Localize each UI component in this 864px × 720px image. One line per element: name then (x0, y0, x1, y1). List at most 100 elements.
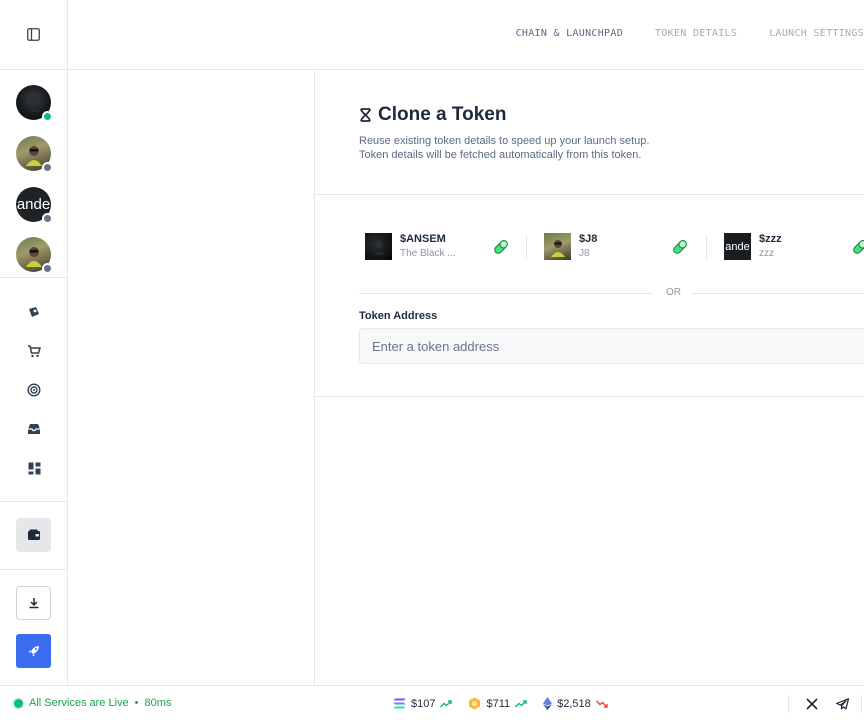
token-figure-icon (550, 239, 565, 257)
avatar-figure-icon (26, 95, 41, 112)
left-panel (68, 70, 315, 685)
price-value: $107 (411, 697, 436, 710)
clone-token-button[interactable] (491, 237, 511, 257)
nav-radar[interactable] (26, 382, 42, 398)
token-name: J8 (579, 248, 590, 259)
services-status: All Services are Live • 80ms (14, 697, 171, 709)
token-card[interactable]: $J8 J8 (538, 229, 698, 265)
step-tabs: CHAIN & LAUNCHPAD TOKEN DETAILS LAUNCH S… (516, 28, 864, 39)
page-description: Reuse existing token details to speed up… (359, 134, 649, 162)
social-links (788, 686, 864, 720)
pill-icon (494, 240, 508, 254)
avatar-1[interactable] (16, 85, 53, 122)
avatar-figure-icon (25, 246, 42, 267)
or-label: OR (666, 287, 681, 298)
pill-icon (673, 240, 687, 254)
token-address-input[interactable] (359, 328, 864, 364)
nav-tokens[interactable] (26, 304, 42, 320)
divider-line (692, 293, 864, 294)
x-twitter-link[interactable] (797, 686, 827, 720)
wallet-icon (27, 529, 40, 540)
price-value: $711 (486, 697, 511, 710)
avatar-4[interactable] (16, 237, 53, 274)
nav-dashboard[interactable] (26, 460, 42, 476)
token-thumbnail: ande (724, 233, 751, 260)
clone-intro: Clone a Token Reuse existing token detai… (315, 70, 864, 195)
social-divider (861, 694, 862, 713)
radar-icon (27, 383, 41, 397)
token-symbol: $ANSEM (400, 233, 446, 245)
price-ticker: $107 $711 $2,518 (393, 697, 608, 710)
price-solana: $107 (393, 697, 453, 710)
page-title-text: Clone a Token (378, 104, 507, 125)
price-ethereum: $2,518 (543, 697, 608, 710)
sidebar-toggle-button[interactable] (0, 0, 67, 70)
token-thumbnail (544, 233, 571, 260)
social-divider (788, 694, 789, 713)
or-divider: OR (359, 287, 864, 299)
token-figure-icon (372, 241, 385, 255)
avatar-list: ande (0, 70, 67, 278)
clone-section: $ANSEM The Black ... $J8 J8 ande $zzz zz… (315, 195, 864, 397)
trend-up-icon (515, 699, 527, 707)
bnb-icon (469, 697, 481, 710)
dashboard-icon (28, 462, 40, 474)
cart-icon (28, 345, 41, 358)
status-dot-online (42, 111, 53, 122)
status-dot-offline (42, 213, 53, 224)
card-divider (526, 235, 527, 259)
header: CHAIN & LAUNCHPAD TOKEN DETAILS LAUNCH S… (68, 0, 864, 70)
telegram-link[interactable] (827, 686, 857, 720)
sidebar-panel-icon (27, 28, 40, 41)
pill-icon (853, 240, 864, 254)
price-value: $2,518 (557, 697, 591, 710)
status-separator: • (134, 697, 139, 709)
rocket-icon (28, 645, 39, 656)
avatar-3[interactable]: ande (16, 187, 53, 224)
card-divider (706, 235, 707, 259)
description-line-2: Token details will be fetched automatica… (359, 149, 642, 161)
download-icon (29, 598, 38, 609)
tab-launch-settings[interactable]: LAUNCH SETTINGS (769, 28, 864, 39)
clone-token-button[interactable] (850, 237, 864, 257)
status-dot-offline (42, 263, 53, 274)
launch-button[interactable] (16, 634, 51, 668)
token-thumbnail (365, 233, 392, 260)
dna-icon (360, 108, 371, 122)
trend-up-icon (440, 699, 453, 707)
telegram-icon (835, 697, 849, 710)
download-button[interactable] (16, 586, 51, 620)
token-address-label: Token Address (359, 310, 438, 322)
main-content: Clone a Token Reuse existing token detai… (315, 70, 864, 685)
sidebar: ande (0, 0, 68, 685)
inbox-icon (28, 424, 40, 434)
latency-value: 80ms (144, 697, 172, 709)
description-line-1: Reuse existing token details to speed up… (359, 135, 650, 147)
solana-icon (393, 698, 406, 709)
page-title: Clone a Token (359, 104, 506, 126)
status-bar: All Services are Live • 80ms $107 $711 $… (0, 685, 864, 720)
token-symbol: $J8 (579, 233, 598, 245)
ethereum-icon (543, 697, 553, 710)
sidebar-nav (0, 278, 67, 502)
x-logo-icon (806, 697, 818, 710)
trend-down-icon (595, 700, 608, 708)
nav-cart[interactable] (26, 343, 42, 359)
token-card[interactable]: ande $zzz zzz (718, 229, 864, 265)
app-root: ande CHAIN & LAUNCHPAD TOKEN DETAILS LAU… (0, 0, 864, 720)
token-name: zzz (759, 248, 774, 259)
wallet-section (0, 502, 67, 570)
token-card-list: $ANSEM The Black ... $J8 J8 ande $zzz zz… (359, 229, 864, 265)
token-card[interactable]: $ANSEM The Black ... (359, 229, 519, 265)
wallet-button[interactable] (16, 518, 51, 552)
tab-token-details[interactable]: TOKEN DETAILS (655, 28, 737, 39)
avatar-2[interactable] (16, 136, 53, 173)
services-status-text: All Services are Live (29, 697, 129, 709)
tab-chain-launchpad[interactable]: CHAIN & LAUNCHPAD (516, 28, 623, 39)
token-symbol: $zzz (759, 233, 782, 245)
token-name: The Black ... (400, 248, 456, 259)
clone-token-button[interactable] (670, 237, 690, 257)
nav-inbox[interactable] (26, 421, 42, 437)
tokens-icon (29, 307, 39, 317)
status-dot-offline (42, 162, 53, 173)
